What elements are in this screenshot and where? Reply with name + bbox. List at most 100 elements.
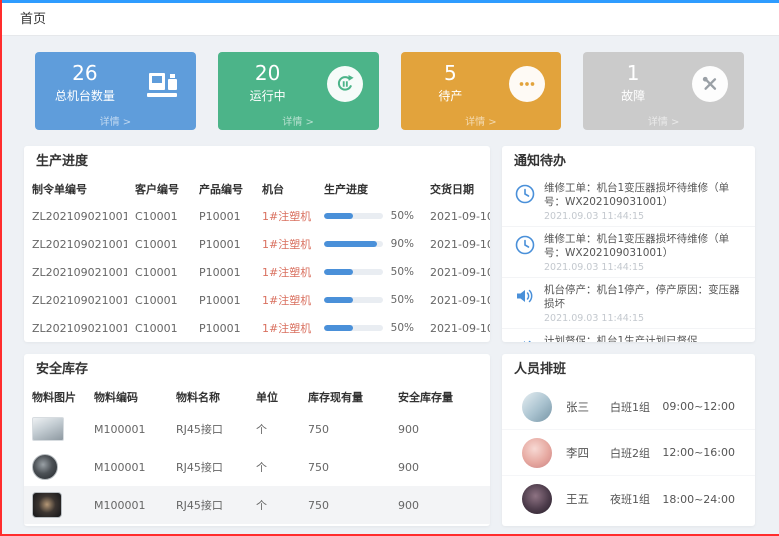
delivery-date: 2021-09-10 [422,286,490,314]
product-no: P10001 [191,286,254,314]
round-connector-photo [32,454,58,480]
shift-label: 白班2组 [610,445,662,461]
col-material-name: 物料名称 [168,384,248,410]
col-stock-on-hand: 库存现有量 [300,384,390,410]
notification-item[interactable]: 维修工单：机台1变压器损坏待维修（单号：WX202109031001） 2021… [502,227,755,278]
schedule-row: 王五 夜班1组 18:00~24:00 [502,476,755,522]
fault-label: 故障 [583,87,683,104]
notification-item[interactable]: 机台停产：机台1停产，停产原因：变压器损坏 2021.09.03 11:44:1… [502,278,755,329]
waiting-label: 待产 [401,87,501,104]
order-no: ZL202109021001 [24,314,127,342]
tab-home[interactable]: 首页 [20,8,46,27]
person-name: 张三 [566,399,610,415]
customer-no: C10001 [127,286,191,314]
rj45-connector-photo [32,417,64,441]
safety-stock: 900 [390,486,490,524]
speaker-icon [514,336,536,342]
safety-inventory-panel: 安全库存 物料图片 物料编码 物料名称 单位 库存现有量 安全库存量 [24,354,490,526]
progress-value: 50% [391,322,414,334]
material-name: RJ45接口 [168,486,248,524]
production-row: ZL202109021001 C10001 P10001 1#注塑机 50% 2… [24,314,490,342]
machine-name: 1#注塑机 [254,202,316,230]
col-order-no: 制令单编号 [24,176,127,202]
person-name: 王五 [566,491,610,507]
schedule-row: 张三 白班1组 09:00~12:00 [502,384,755,430]
avatar [522,484,552,514]
inventory-header-row: 物料图片 物料编码 物料名称 单位 库存现有量 安全库存量 [24,384,490,410]
waiting-detail-link[interactable]: 详情 > [401,113,562,128]
running-detail-link[interactable]: 详情 > [218,113,379,128]
product-no: P10001 [191,202,254,230]
progress-bar [324,241,383,247]
running-label: 运行中 [218,87,318,104]
production-table: 制令单编号 客户编号 产品编号 机台 生产进度 交货日期 ZL202109021… [24,176,490,342]
schedule-row: 李四 白班2组 12:00~16:00 [502,430,755,476]
progress-bar [324,269,383,275]
inventory-row: M100001 RJ45接口 个 750 900 [24,410,490,448]
material-code: M100001 [86,410,168,448]
cycle-icon [327,66,363,102]
stock-on-hand: 750 [300,448,390,486]
production-row: ZL202109021001 C10001 P10001 1#注塑机 90% 2… [24,230,490,258]
total-machines-value: 26 [35,61,135,85]
total-machines-label: 总机台数量 [35,87,135,104]
notification-time: 2021.09.03 11:44:15 [544,211,743,222]
delivery-date: 2021-09-10 [422,314,490,342]
total-machines-detail-link[interactable]: 详情 > [35,113,196,128]
fault-value: 1 [583,61,683,85]
stat-card-waiting: 5 待产 详情 > [401,52,562,130]
production-panel-title: 生产进度 [24,146,490,176]
product-no: P10001 [191,314,254,342]
running-value: 20 [218,61,318,85]
unit: 个 [248,410,300,448]
col-delivery-date: 交货日期 [422,176,490,202]
progress-value: 50% [391,210,414,222]
progress-value: 50% [391,266,414,278]
notification-item[interactable]: 计划督促：机台1生产计划已督促 2021.09.03 11:44:15 [502,329,755,342]
col-material-code: 物料编码 [86,384,168,410]
fault-detail-link[interactable]: 详情 > [583,113,744,128]
progress-bar [324,213,383,219]
speaker-photo [32,492,62,518]
inventory-table: 物料图片 物料编码 物料名称 单位 库存现有量 安全库存量 M100001 RJ… [24,384,490,524]
speaker-icon [514,285,536,307]
machine-name: 1#注塑机 [254,230,316,258]
stat-card-total-machines: 26 总机台数量 详情 > [35,52,196,130]
panels-grid: 生产进度 制令单编号 客户编号 产品编号 机台 生产进度 交货日期 ZL2021 [24,146,755,526]
safety-stock: 900 [390,448,490,486]
shift-time: 09:00~12:00 [662,400,735,413]
material-code: M100001 [86,448,168,486]
material-code: M100001 [86,486,168,524]
order-no: ZL202109021001 [24,258,127,286]
schedule-panel-title: 人员排班 [502,354,755,384]
notification-time: 2021.09.03 11:44:15 [544,313,743,324]
person-name: 李四 [566,445,610,461]
waiting-value: 5 [401,61,501,85]
col-material-photo: 物料图片 [24,384,86,410]
machine-icon [144,66,180,102]
production-row: ZL202109021001 C10001 P10001 1#注塑机 50% 2… [24,202,490,230]
col-machine: 机台 [254,176,316,202]
personnel-schedule-panel: 人员排班 张三 白班1组 09:00~12:00 李四 白班2组 12:00~1… [502,354,755,526]
inventory-row: M100001 RJ45接口 个 750 900 [24,486,490,524]
safety-stock: 900 [390,410,490,448]
unit: 个 [248,486,300,524]
machine-name: 1#注塑机 [254,258,316,286]
unit: 个 [248,448,300,486]
material-name: RJ45接口 [168,410,248,448]
product-no: P10001 [191,258,254,286]
notification-item[interactable]: 维修工单：机台1变压器损坏待维修（单号：WX202109031001） 2021… [502,176,755,227]
ellipsis-icon [509,66,545,102]
clock-icon [514,183,536,205]
col-product-no: 产品编号 [191,176,254,202]
customer-no: C10001 [127,230,191,258]
production-row: ZL202109021001 C10001 P10001 1#注塑机 50% 2… [24,286,490,314]
progress-bar [324,297,383,303]
order-no: ZL202109021001 [24,286,127,314]
notification-time: 2021.09.03 11:44:15 [544,262,743,273]
machine-name: 1#注塑机 [254,286,316,314]
customer-no: C10001 [127,314,191,342]
avatar [522,438,552,468]
stock-on-hand: 750 [300,486,390,524]
stat-cards-row: 26 总机台数量 详情 > 20 运行中 [24,52,755,130]
